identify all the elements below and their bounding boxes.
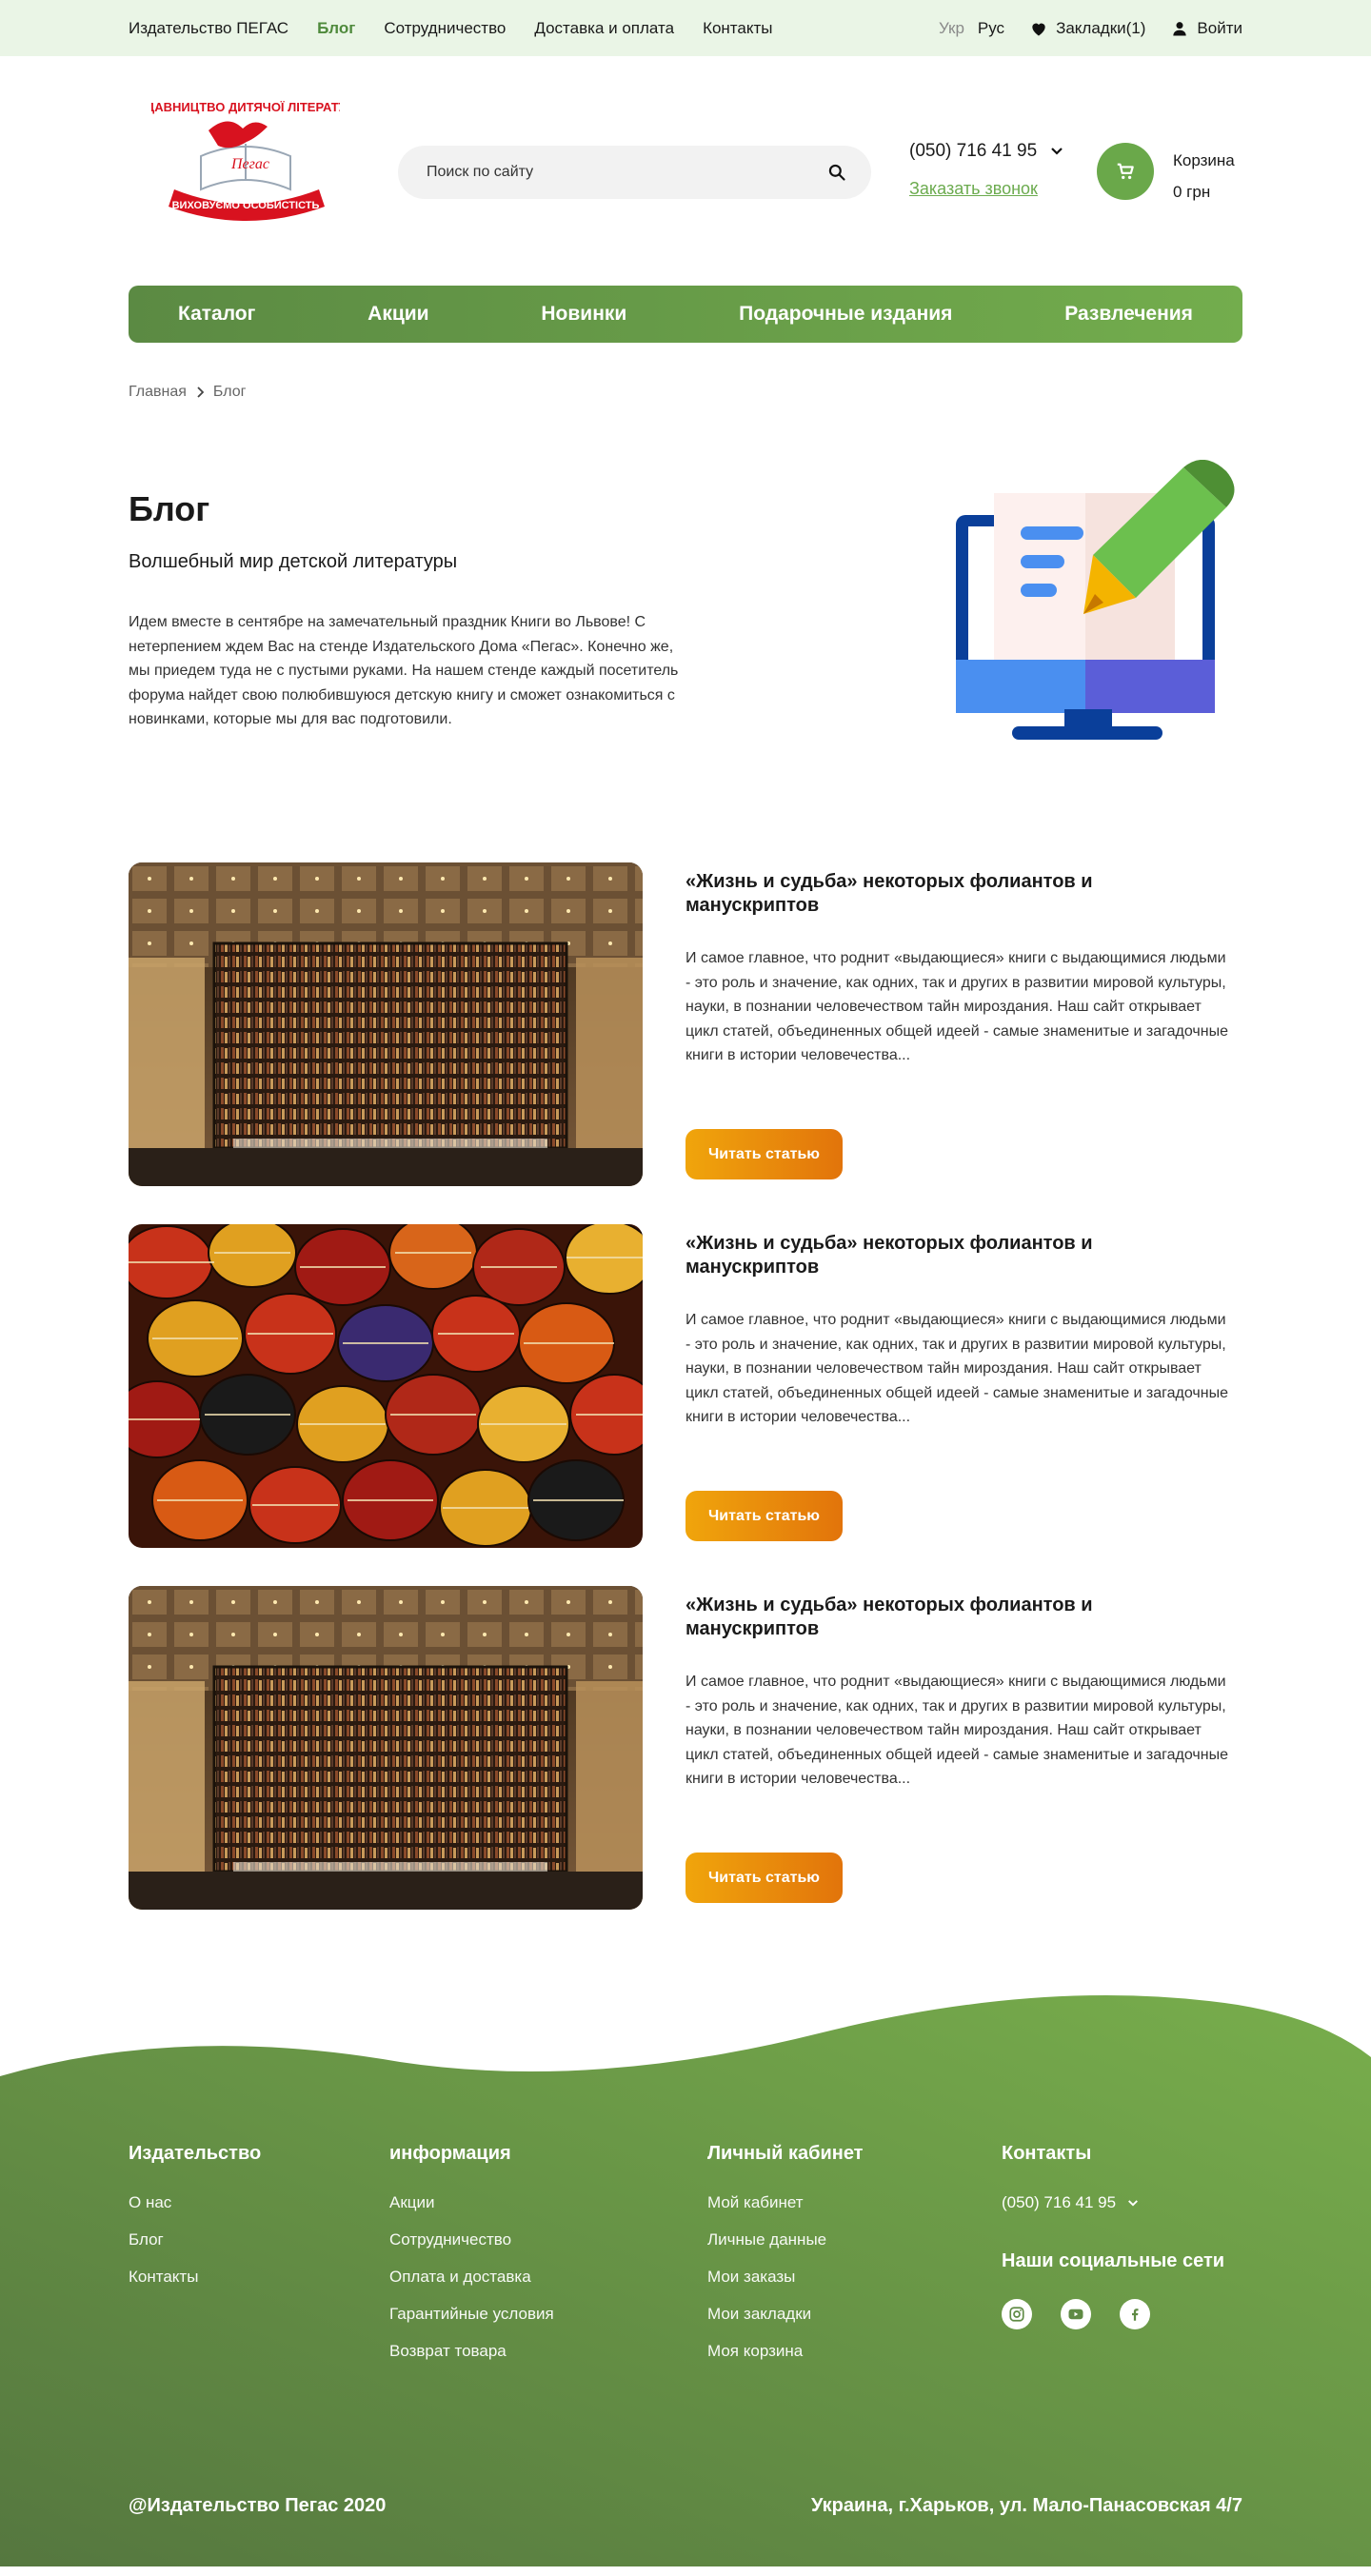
blog-intro: Блог Волшебный мир детской литературы Ид… (129, 401, 1242, 801)
search-box (398, 146, 871, 199)
article-excerpt: И самое главное, что роднит «выдающиеся»… (686, 1312, 1228, 1425)
svg-text:ВИХОВУЄМО ОСОБИСТІСТЬ: ВИХОВУЄМО ОСОБИСТІСТЬ (172, 200, 320, 211)
footer-heading: Контакты (1002, 2143, 1092, 2164)
article-card: «Жизнь и судьба» некоторых фолиантов и м… (129, 862, 1242, 1186)
search-input[interactable] (427, 164, 807, 181)
footer-socials-heading: Наши социальные сети (1002, 2250, 1225, 2271)
footer-col-info: информация Акции Сотрудничество Оплата и… (389, 2143, 554, 2379)
read-article-button[interactable]: Читать статью (686, 1129, 843, 1179)
footer-address: Украина, г.Харьков, ул. Мало-Панасовская… (810, 2495, 1242, 2516)
svg-text:ВИДАВНИЦТВО ДИТЯЧОЇ ЛІТЕРАТУРИ: ВИДАВНИЦТВО ДИТЯЧОЇ ЛІТЕРАТУРИ (151, 100, 340, 114)
footer-col-account: Личный кабинет Мой кабинет Личные данные… (707, 2143, 863, 2379)
social-links (1002, 2299, 1224, 2329)
breadcrumb: Главная Блог (129, 384, 246, 401)
read-article-button[interactable]: Читать статью (686, 1491, 843, 1541)
chevron-down-icon (1051, 148, 1063, 155)
breadcrumb-home[interactable]: Главная (129, 384, 187, 401)
footer-link-personal-data[interactable]: Личные данные (707, 2230, 863, 2249)
footer: Издательство О нас Блог Контакты информа… (0, 1967, 1371, 2566)
footer-link-returns[interactable]: Возврат товара (389, 2342, 554, 2361)
facebook-icon[interactable] (1120, 2299, 1150, 2329)
main-nav-catalog[interactable]: Каталог (178, 303, 255, 326)
footer-link-payment[interactable]: Оплата и доставка (389, 2268, 554, 2287)
blog-illustration (956, 460, 1235, 740)
main-nav-sales[interactable]: Акции (368, 303, 428, 326)
read-article-button[interactable]: Читать статью (686, 1853, 843, 1903)
article-title[interactable]: «Жизнь и судьба» некоторых фолиантов и м… (686, 1594, 1181, 1641)
copyright: @Издательство Пегас 2020 (129, 2495, 387, 2516)
chevron-right-icon (197, 386, 204, 398)
main-nav-entertainment[interactable]: Развлечения (1064, 303, 1193, 326)
library-photo-art (129, 1586, 643, 1910)
footer-link-bookmarks[interactable]: Мои закладки (707, 2305, 863, 2324)
article-card: «Жизнь и судьба» некоторых фолиантов и м… (129, 1224, 1242, 1548)
footer-bottom: @Издательство Пегас 2020 Украина, г.Харь… (129, 2495, 1242, 2517)
footer-col-contacts: Контакты (050) 716 41 95 Наши социальные… (1002, 2143, 1224, 2329)
library-photo[interactable] (129, 862, 643, 1186)
chevron-down-icon (1128, 2199, 1138, 2207)
breadcrumb-current: Блог (212, 384, 247, 400)
footer-link-warranty[interactable]: Гарантийные условия (389, 2305, 554, 2324)
footer-heading: информация (389, 2143, 511, 2164)
callback-link[interactable]: Заказать звонок (909, 179, 1038, 199)
header: ВИДАВНИЦТВО ДИТЯЧОЇ ЛІТЕРАТУРИ Пегас ВИХ… (0, 0, 1371, 400)
footer-link-blog[interactable]: Блог (129, 2230, 261, 2249)
article-card: «Жизнь и судьба» некоторых фолиантов и м… (129, 1586, 1242, 1910)
footer-link-my-account[interactable]: Мой кабинет (707, 2193, 863, 2212)
cart-total: 0 грн (1173, 183, 1211, 201)
article-title[interactable]: «Жизнь и судьба» некоторых фолиантов и м… (686, 1232, 1181, 1279)
phone-number: (050) 716 41 95 (909, 141, 1038, 161)
svg-text:Пегас: Пегас (230, 156, 269, 172)
cart-summary[interactable]: Корзина 0 грн (1173, 145, 1235, 208)
main-nav-new[interactable]: Новинки (541, 303, 626, 326)
main-nav: Каталог Акции Новинки Подарочные издания… (129, 286, 1242, 343)
page-title: Блог (129, 489, 210, 528)
search-icon[interactable] (827, 163, 846, 182)
library-photo[interactable] (129, 1586, 643, 1910)
cart-icon (1117, 163, 1134, 180)
footer-link-orders[interactable]: Мои заказы (707, 2268, 863, 2287)
footer-link-about[interactable]: О нас (129, 2193, 261, 2212)
article-excerpt: И самое главное, что роднит «выдающиеся»… (686, 1674, 1228, 1787)
cart-button[interactable] (1097, 143, 1154, 200)
footer-link-sales[interactable]: Акции (389, 2193, 554, 2212)
intro-description: Идем вместе в сентябре на замечательный … (129, 614, 679, 727)
article-list: «Жизнь и судьба» некоторых фолиантов и м… (129, 862, 1242, 1910)
footer-link-contacts[interactable]: Контакты (129, 2268, 261, 2287)
publisher-logo[interactable]: ВИДАВНИЦТВО ДИТЯЧОЇ ЛІТЕРАТУРИ Пегас ВИХ… (151, 47, 340, 233)
instagram-icon[interactable] (1002, 2299, 1032, 2329)
library-photo-art (129, 862, 643, 1186)
article-excerpt: И самое главное, что роднит «выдающиеся»… (686, 950, 1228, 1063)
page-subtitle: Волшебный мир детской литературы (129, 551, 458, 572)
main-nav-gift-editions[interactable]: Подарочные издания (739, 303, 952, 326)
header-phone[interactable]: (050) 716 41 95 (909, 141, 1063, 162)
easter-eggs-photo-art (129, 1224, 643, 1548)
footer-link-cooperation[interactable]: Сотрудничество (389, 2230, 554, 2249)
footer-col-publisher: Издательство О нас Блог Контакты (129, 2143, 261, 2305)
footer-heading: Личный кабинет (707, 2143, 864, 2164)
cart-label: Корзина (1173, 151, 1235, 169)
footer-link-cart[interactable]: Моя корзина (707, 2342, 863, 2361)
youtube-icon[interactable] (1061, 2299, 1091, 2329)
footer-phone-number: (050) 716 41 95 (1002, 2193, 1117, 2211)
footer-phone[interactable]: (050) 716 41 95 (1002, 2193, 1224, 2212)
article-title[interactable]: «Жизнь и судьба» некоторых фолиантов и м… (686, 870, 1181, 918)
easter-eggs-photo[interactable] (129, 1224, 643, 1548)
footer-heading: Издательство (129, 2143, 262, 2164)
